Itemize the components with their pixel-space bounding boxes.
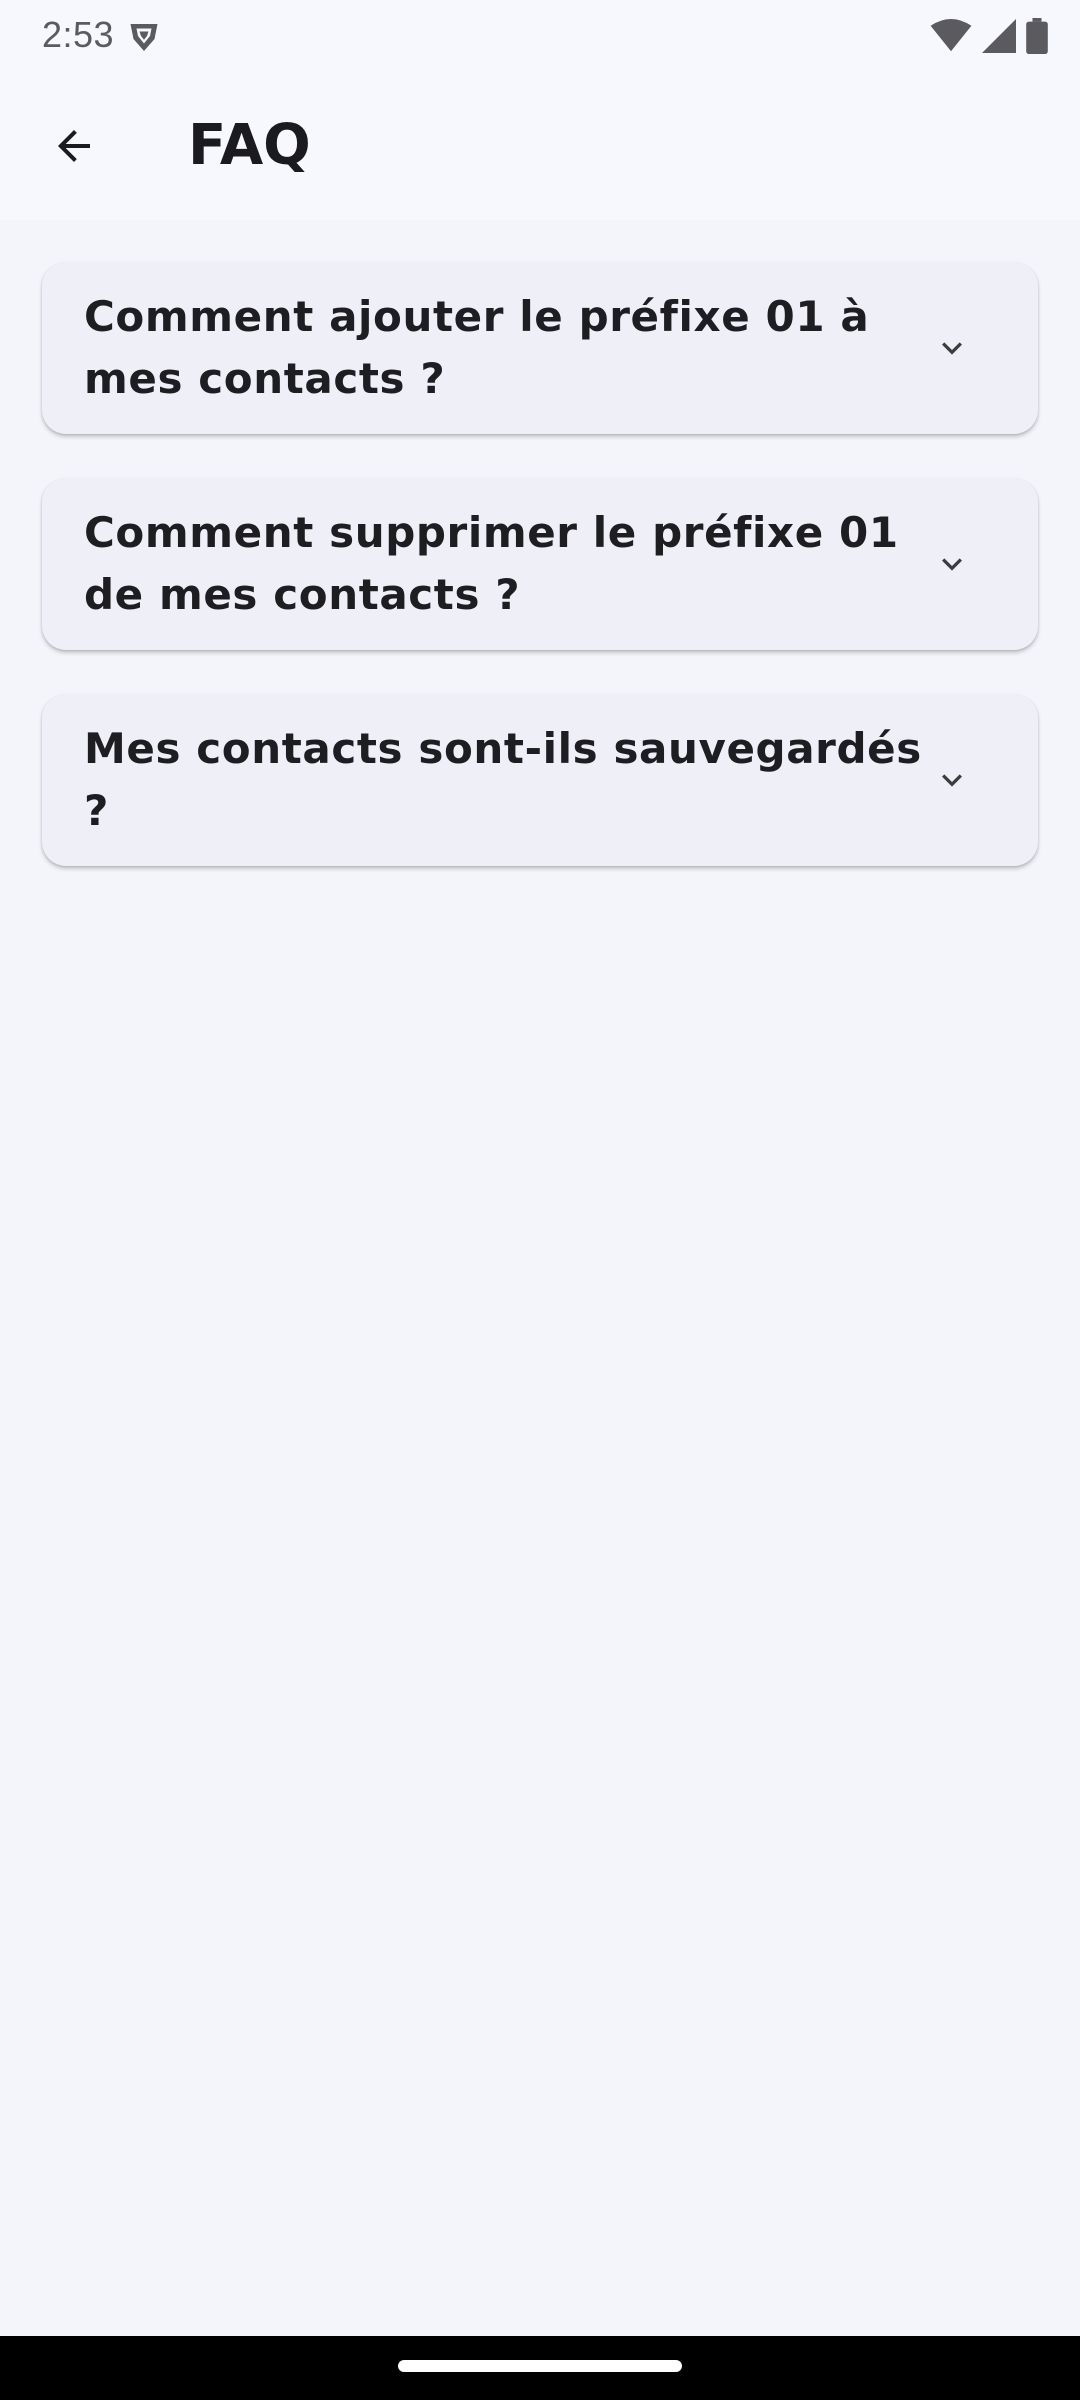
arrow-left-icon xyxy=(58,130,90,162)
faq-screen: 2:53 FAQ Comment ajouter le préfixe 01 à… xyxy=(0,0,1080,2400)
signal-icon xyxy=(982,19,1016,53)
status-bar: 2:53 xyxy=(0,0,1080,72)
back-button[interactable] xyxy=(30,102,118,190)
status-icons xyxy=(930,16,1048,56)
battery-icon xyxy=(1026,18,1048,54)
status-time: 2:53 xyxy=(42,14,115,55)
faq-item-remove-prefix[interactable]: Comment supprimer le préfixe 01 de mes c… xyxy=(42,478,1038,650)
chevron-down-icon[interactable] xyxy=(932,328,972,368)
faq-list: Comment ajouter le préfixe 01 à mes cont… xyxy=(42,262,1038,910)
faq-item-add-prefix[interactable]: Comment ajouter le préfixe 01 à mes cont… xyxy=(42,262,1038,434)
wifi-icon xyxy=(930,19,972,52)
faq-question: Mes contacts sont-ils sauvegardés ? xyxy=(84,724,922,835)
chevron-down-icon[interactable] xyxy=(932,544,972,584)
chevron-down-icon[interactable] xyxy=(932,760,972,800)
home-gesture-handle[interactable] xyxy=(398,2360,682,2372)
faq-question: Comment ajouter le préfixe 01 à mes cont… xyxy=(84,292,870,403)
faq-item-contacts-saved[interactable]: Mes contacts sont-ils sauvegardés ? xyxy=(42,694,1038,866)
faq-question: Comment supprimer le préfixe 01 de mes c… xyxy=(84,508,899,619)
shield-icon xyxy=(130,24,158,51)
app-bar: FAQ xyxy=(0,72,1080,220)
page-title: FAQ xyxy=(188,113,311,178)
system-nav-bar xyxy=(0,2336,1080,2400)
